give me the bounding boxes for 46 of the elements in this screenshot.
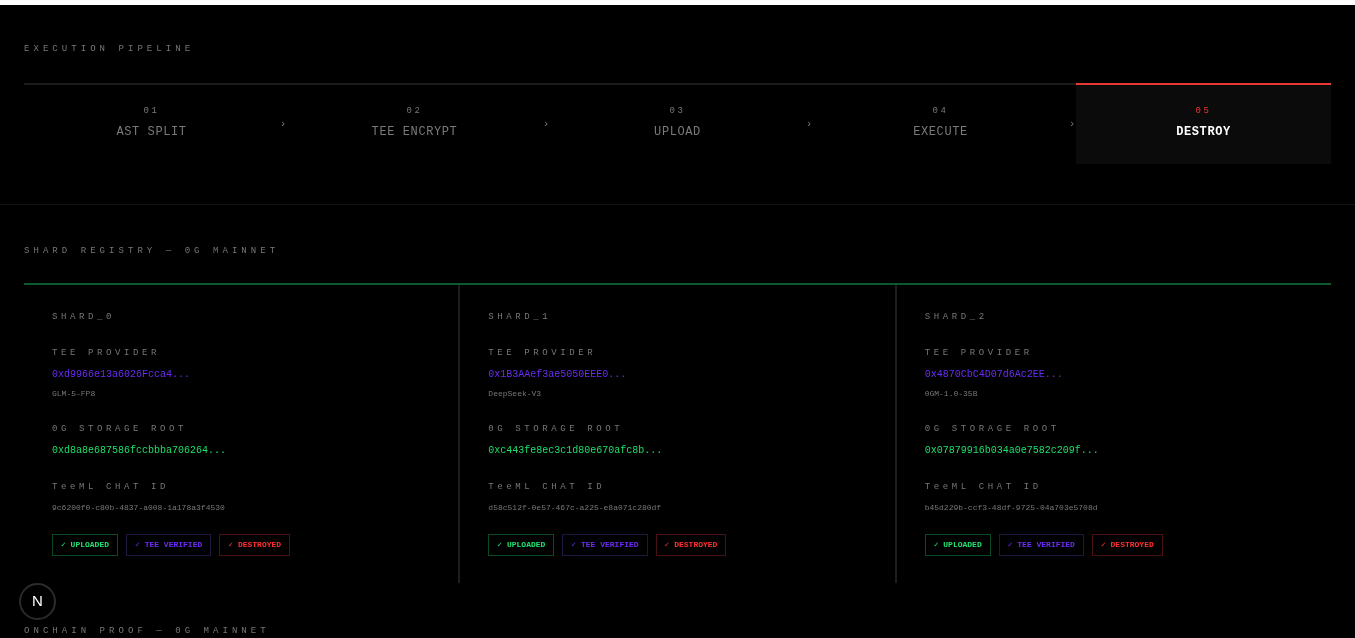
status-tag: ✓ TEE VERIFIED — [126, 534, 212, 556]
pipeline-step[interactable]: 04 EXECUTE — [813, 83, 1068, 164]
dev-indicator-button[interactable]: N — [19, 583, 56, 620]
storage-root: 0xd8a8e687586fccbbba706264... — [52, 446, 228, 456]
field-label: TEE PROVIDER — [52, 349, 161, 358]
section-title: SHARD REGISTRY — 0G MAINNET — [24, 247, 281, 256]
field-label: TEE PROVIDER — [488, 349, 598, 358]
chevron-icon: › — [1068, 119, 1076, 130]
chevron-icon: › — [279, 119, 287, 130]
field-label: 0G STORAGE ROOT — [924, 425, 1061, 434]
status-tag: ✓ TEE VERIFIED — [562, 534, 648, 556]
pipeline-step[interactable]: 05 DESTROY — [1076, 83, 1331, 164]
model-name: GLM-5-FP8 — [52, 390, 97, 398]
status-tag: ✓ UPLOADED — [924, 534, 991, 556]
storage-root: 0xc443fe8ec3c1d80e670afc8b... — [488, 446, 664, 456]
model-name: 0GM-1.0-35B — [924, 390, 979, 398]
field-label: 0G STORAGE ROOT — [52, 425, 188, 434]
shard-name: SHARD_0 — [52, 313, 116, 322]
section-title: EXECUTION PIPELINE — [24, 45, 196, 54]
status-tag: ✓ DESTROYED — [1091, 534, 1163, 556]
provider-address: 0x4870CbC4D07d6Ac2EE... — [924, 370, 1064, 380]
chat-id: b45d229b-ccf3-48df-9725-04a703e5708d — [924, 504, 1099, 512]
section-title: ONCHAIN PROOF — 0G MAINNET — [24, 627, 271, 636]
shard-name: SHARD_2 — [924, 313, 989, 322]
status-tag: ✓ UPLOADED — [488, 534, 555, 556]
status-tag: ✓ UPLOADED — [52, 534, 119, 556]
field-label: 0G STORAGE ROOT — [488, 425, 625, 434]
field-label: TeeML CHAT ID — [488, 483, 607, 492]
field-label: TEE PROVIDER — [924, 349, 1034, 358]
status-tag: ✓ DESTROYED — [655, 534, 727, 556]
pipeline-step[interactable]: 03 UPLOAD — [550, 83, 805, 164]
provider-address: 0xd9966e13a6026Fcca4... — [52, 370, 192, 380]
field-label: TeeML CHAT ID — [52, 483, 170, 492]
pipeline-step[interactable]: 01 AST SPLIT — [24, 83, 279, 164]
chat-id: 9c6200f0-c80b-4837-a008-1a178a3f4530 — [52, 504, 226, 512]
status-tag: ✓ TEE VERIFIED — [998, 534, 1084, 556]
shard-name: SHARD_1 — [488, 313, 553, 322]
model-name: DeepSeek-V3 — [488, 390, 543, 398]
chevron-icon: › — [805, 119, 813, 130]
storage-root: 0x07879916b034a0e7582c209f... — [924, 446, 1100, 456]
field-label: TeeML CHAT ID — [924, 483, 1043, 492]
chat-id: d58c512f-0e57-467c-a225-e8a071c280df — [488, 504, 663, 512]
chevron-icon: › — [542, 119, 550, 130]
status-tag: ✓ DESTROYED — [219, 534, 291, 556]
provider-address: 0x1B3AAef3ae5050EEE0... — [488, 370, 628, 380]
pipeline-step[interactable]: 02 TEE ENCRYPT — [287, 83, 542, 164]
